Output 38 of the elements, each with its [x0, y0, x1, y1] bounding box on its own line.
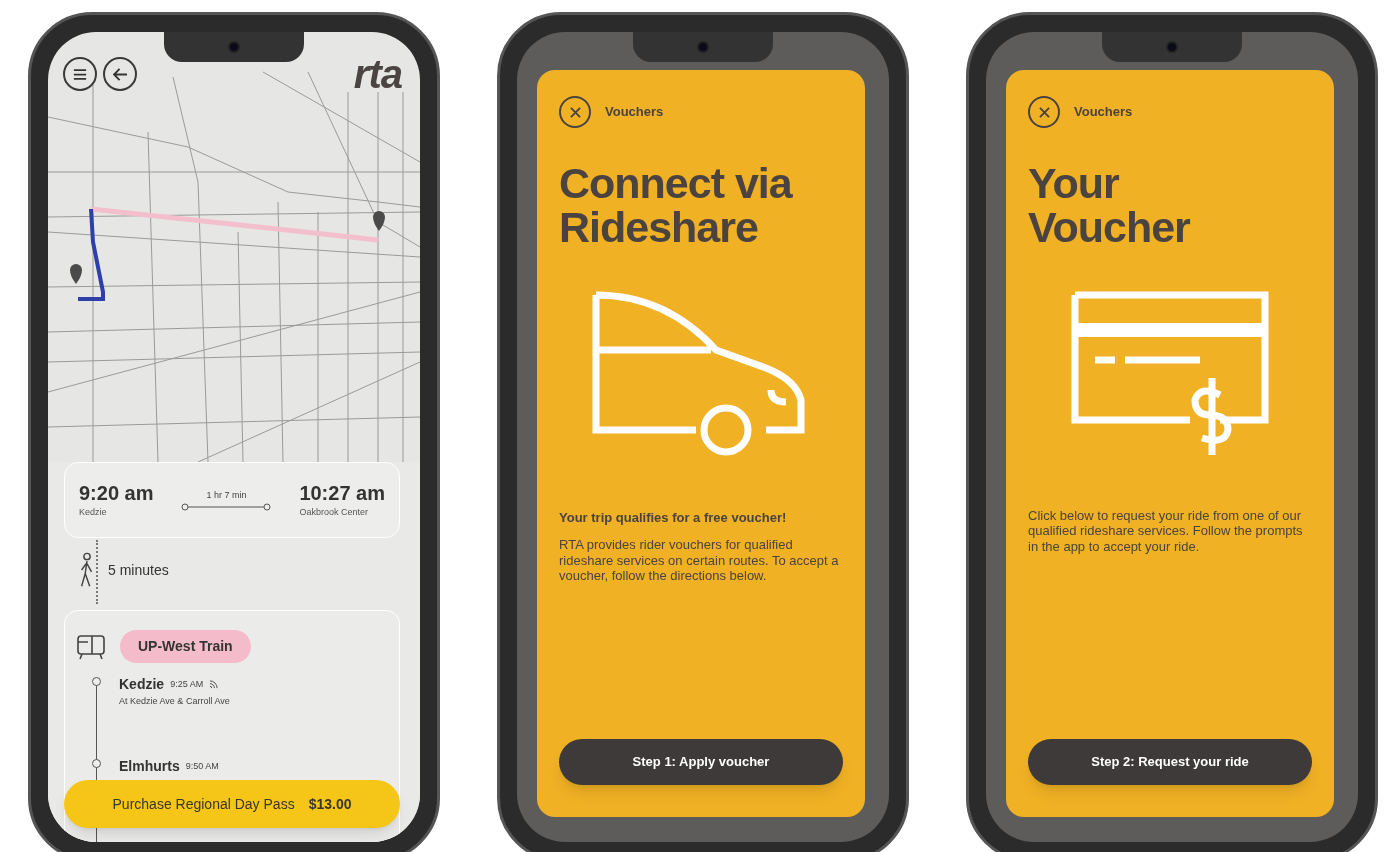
close-icon — [569, 106, 581, 118]
back-arrow-icon — [112, 67, 128, 81]
camera-lens — [228, 41, 240, 53]
menu-button[interactable] — [63, 57, 97, 91]
close-icon — [1038, 106, 1050, 118]
stop-time: 9:25 AM — [170, 677, 204, 691]
close-button[interactable] — [1028, 96, 1060, 128]
close-button[interactable] — [559, 96, 591, 128]
train-icon — [76, 633, 106, 660]
camera-lens — [1166, 41, 1178, 53]
screen-title: Connect via — [559, 162, 794, 206]
voucher-description: Click below to request your ride from one of our qualified rideshare services. Follow the prompts in the app to accept your ride. — [1028, 507, 1304, 555]
stop-address: At Kedzie Ave & Carroll Ave — [119, 695, 230, 708]
camera-lens — [697, 41, 709, 53]
back-button[interactable] — [103, 57, 137, 91]
walk-duration: 5 minutes — [108, 560, 169, 580]
step-button[interactable]: Step 2: Request your ride — [1028, 739, 1312, 785]
route-badge: UP-West Train — [120, 630, 251, 663]
arrival-time: 10:27 am — [299, 480, 385, 506]
purchase-pass-button[interactable]: Purchase Regional Day Pass $13.00 — [64, 780, 400, 828]
app-logo: rta — [353, 54, 402, 94]
screen-title: Voucher — [1028, 205, 1191, 250]
realtime-signal-icon — [209, 680, 219, 689]
stop-time: 9:50 AM — [185, 759, 219, 773]
screen-header: Vouchers — [605, 103, 664, 122]
stop-name: Kedzie — [119, 675, 165, 694]
trip-duration: 1 hr 7 min — [206, 489, 247, 503]
departure-stop: Kedzie — [79, 505, 108, 519]
step-button[interactable]: Step 1: Apply voucher — [559, 739, 843, 785]
departure-time: 9:20 am — [79, 480, 154, 506]
stop-name: Elmhurts — [119, 757, 180, 776]
arrival-stop: Oakbrook Center — [299, 505, 369, 519]
screen-header: Vouchers — [1074, 103, 1133, 122]
voucher-description: RTA provides rider vouchers for qualified rideshare services on certain routes. To accept a voucher, follow the directions below. — [559, 537, 840, 584]
screen-title: Rideshare — [559, 205, 759, 250]
screen-title: Your — [1028, 162, 1120, 206]
menu-icon — [73, 68, 87, 80]
voucher-lead: Your trip qualifies for a free voucher! — [559, 508, 788, 527]
